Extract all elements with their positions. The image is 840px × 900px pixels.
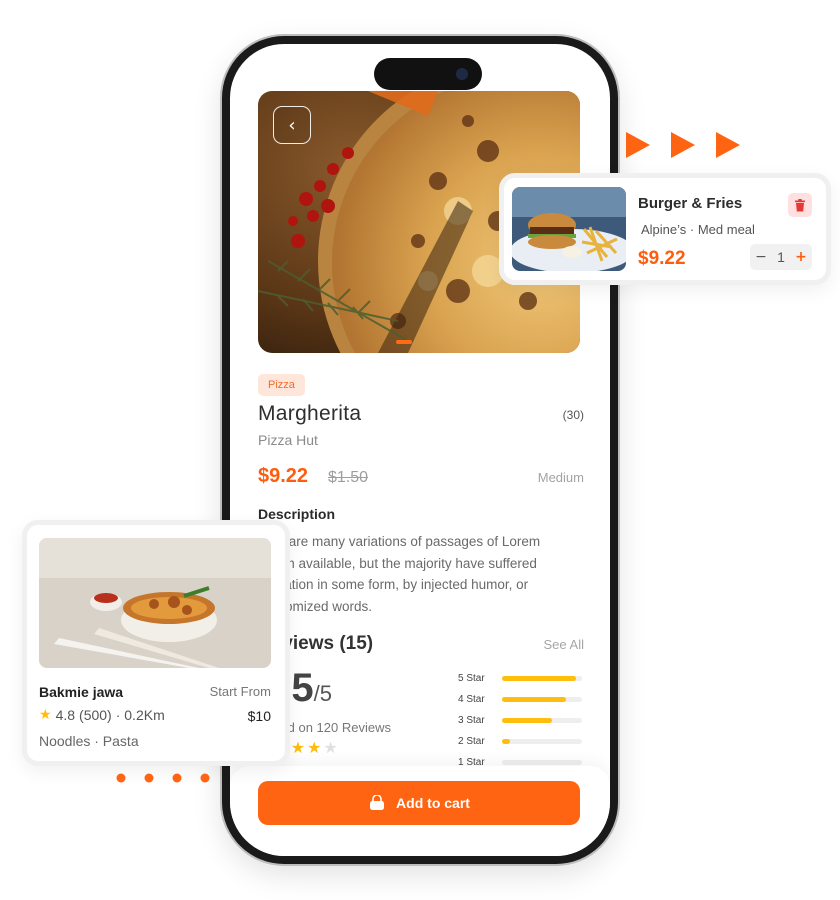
- category-tag: Pizza: [258, 374, 305, 396]
- rating-bar-track: [502, 718, 582, 723]
- product-title: Margherita: [258, 402, 362, 425]
- food-distance: · 0.2Km: [115, 707, 165, 723]
- add-to-cart-label: Add to cart: [396, 795, 470, 811]
- burger-image: [512, 187, 626, 271]
- rating-bar-track: [502, 739, 582, 744]
- star-icon: ★: [39, 707, 52, 723]
- review-count: (30): [562, 408, 584, 422]
- delete-button[interactable]: [788, 193, 812, 217]
- star-icon: ★: [290, 738, 308, 757]
- food-price: $10: [247, 708, 271, 724]
- food-card[interactable]: Bakmie jawa Start From ★ 4.8 (500) · 0.2…: [22, 520, 290, 766]
- start-from-label: Start From: [209, 684, 271, 699]
- product-price: $9.22: [258, 465, 309, 487]
- rating-bar-label: 4 Star: [458, 694, 485, 705]
- star-icon: ★: [307, 738, 324, 757]
- cart-item-price: $9.22: [638, 248, 686, 269]
- see-all-link[interactable]: See All: [544, 637, 584, 652]
- increase-button[interactable]: +: [795, 249, 807, 265]
- decorative-arrows-icon: [626, 132, 740, 158]
- cart-item-meta: Alpine’s · Med meal: [641, 222, 755, 237]
- cart-item-card[interactable]: Burger & Fries Alpine’s · Med meal $9.22…: [499, 173, 831, 285]
- rating-bar-track: [502, 697, 582, 702]
- rating-bar-row: 5 Star: [458, 668, 582, 689]
- rating-bar-row: 3 Star: [458, 710, 582, 731]
- original-price: $1.50: [328, 469, 369, 486]
- decrease-button[interactable]: −: [755, 249, 767, 265]
- star-icon: ★: [323, 738, 340, 757]
- rating-bar-row: 2 Star: [458, 731, 582, 752]
- rating-max: /5: [313, 681, 332, 706]
- rating-bar-label: 2 Star: [458, 736, 485, 747]
- decorative-dots-icon: [116, 773, 210, 783]
- food-rating-value: 4.8: [55, 707, 76, 723]
- rating-bar-track: [502, 760, 582, 765]
- rating-bar-row: 4 Star: [458, 689, 582, 710]
- carousel-indicator: [396, 340, 412, 344]
- rating-bar-fill: [502, 697, 566, 702]
- rating-breakdown: 5 Star 4 Star 3 Star 2 Star 1 Star: [458, 668, 582, 773]
- food-categories: Noodles · Pasta: [39, 733, 139, 749]
- food-rating-count: (500): [79, 707, 112, 723]
- rating-bar-fill: [502, 676, 577, 681]
- food-rating: ★ 4.8 (500) · 0.2Km: [39, 707, 165, 723]
- description-text: here are many variations of passages of …: [258, 534, 541, 615]
- dynamic-island: [374, 58, 482, 90]
- chevron-left-icon: ‹: [288, 114, 296, 136]
- food-name: Bakmie jawa: [39, 684, 124, 700]
- rating-bar-fill: [502, 718, 552, 723]
- rating-bar-track: [502, 676, 582, 681]
- bakmie-image: [39, 538, 271, 668]
- rating-bar-fill: [502, 739, 510, 744]
- size-selector[interactable]: Medium: [538, 470, 584, 485]
- add-to-cart-button[interactable]: Add to cart: [258, 781, 580, 825]
- cart-item-name: Burger & Fries: [638, 195, 743, 212]
- shopping-bag-icon: [368, 794, 386, 811]
- quantity-value: 1: [777, 249, 785, 265]
- rating-bar-label: 5 Star: [458, 673, 485, 684]
- back-button[interactable]: ‹: [273, 106, 311, 144]
- restaurant-name: Pizza Hut: [258, 432, 318, 448]
- quantity-stepper[interactable]: − 1 +: [750, 244, 812, 270]
- rating-bar-label: 3 Star: [458, 715, 485, 726]
- trash-icon: [795, 198, 805, 211]
